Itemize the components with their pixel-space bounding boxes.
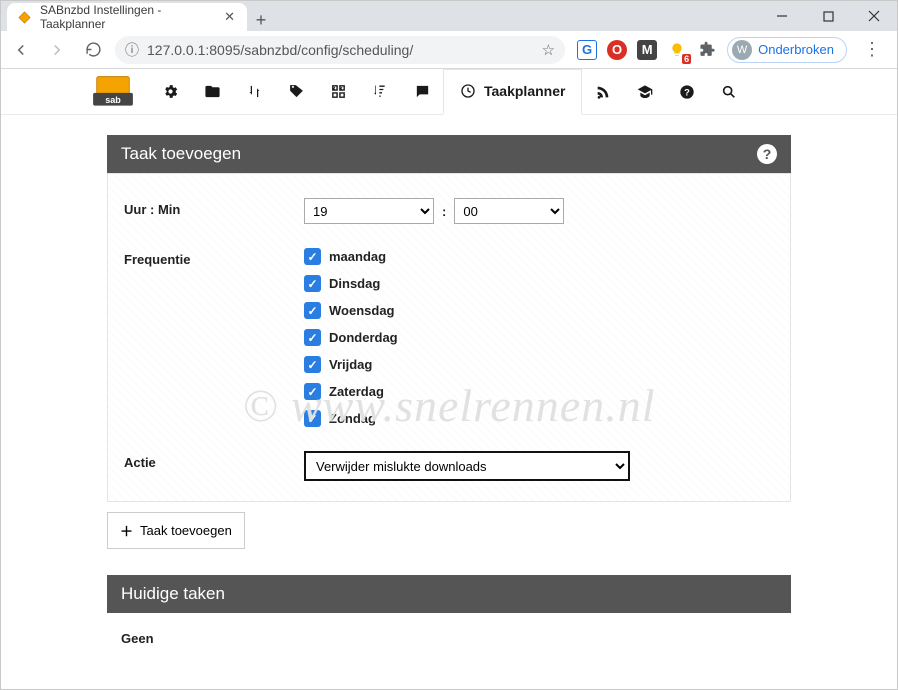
current-tasks-title: Huidige taken xyxy=(121,584,225,604)
profile-button[interactable]: W Onderbroken xyxy=(727,37,847,63)
checkbox-icon: ✓ xyxy=(304,383,321,400)
plus-icon: ＋ xyxy=(120,521,133,540)
site-info-icon[interactable]: ⓘ xyxy=(125,40,139,60)
current-tasks-body: Geen xyxy=(107,613,791,686)
avatar-initial: W xyxy=(732,40,752,60)
current-tasks-section: Huidige taken Geen xyxy=(107,575,791,686)
checkbox-icon: ✓ xyxy=(304,302,321,319)
svg-text:sab: sab xyxy=(105,95,121,105)
app-toolbar: sab Taakplanner xyxy=(1,69,897,115)
tab-close-icon[interactable]: ✕ xyxy=(222,9,237,25)
tb-folders-icon[interactable] xyxy=(191,69,233,115)
extensions-puzzle-icon[interactable] xyxy=(697,40,717,60)
tb-general-icon[interactable] xyxy=(149,69,191,115)
tb-special-icon[interactable] xyxy=(624,69,666,115)
time-field-label: Uur : Min xyxy=(124,198,304,224)
tb-help-icon[interactable]: ? xyxy=(666,69,708,115)
time-separator: : xyxy=(434,204,454,219)
day-checkbox-sat[interactable]: ✓Zaterdag xyxy=(304,383,774,400)
tb-rss-icon[interactable] xyxy=(582,69,624,115)
day-checkbox-mon[interactable]: ✓maandag xyxy=(304,248,774,265)
add-task-panel-header: Taak toevoegen ? xyxy=(107,135,791,173)
day-checkbox-fri[interactable]: ✓Vrijdag xyxy=(304,356,774,373)
day-checkbox-wed[interactable]: ✓Woensdag xyxy=(304,302,774,319)
browser-nav-bar: ⓘ 127.0.0.1:8095/sabnzbd/config/scheduli… xyxy=(1,31,897,69)
sabnzbd-favicon xyxy=(17,9,32,25)
ext-tips-badge-count: 6 xyxy=(682,54,691,64)
day-checkbox-list: ✓maandag ✓Dinsdag ✓Woensdag ✓Donderdag ✓… xyxy=(304,248,774,427)
address-bar[interactable]: ⓘ 127.0.0.1:8095/sabnzbd/config/scheduli… xyxy=(115,36,565,64)
checkbox-icon: ✓ xyxy=(304,410,321,427)
action-field-label: Actie xyxy=(124,451,304,481)
window-maximize-button[interactable] xyxy=(805,1,851,31)
tab-title-text: SABnzbd Instellingen - Taakplanner xyxy=(40,3,214,31)
action-field-row: Actie Verwijder mislukte downloads xyxy=(124,445,774,485)
add-task-panel-title: Taak toevoegen xyxy=(121,144,241,164)
nav-reload-button[interactable] xyxy=(79,36,107,64)
day-checkbox-thu[interactable]: ✓Donderdag xyxy=(304,329,774,346)
profile-status-text: Onderbroken xyxy=(758,42,834,57)
tb-sorting-icon[interactable] xyxy=(317,69,359,115)
add-task-panel-body: Uur : Min 19 : 00 Frequentie xyxy=(107,173,791,502)
day-checkbox-tue[interactable]: ✓Dinsdag xyxy=(304,275,774,292)
frequency-field-row: Frequentie ✓maandag ✓Dinsdag ✓Woensdag ✓… xyxy=(124,242,774,445)
new-tab-button[interactable]: + xyxy=(247,10,275,31)
frequency-field-label: Frequentie xyxy=(124,248,304,427)
checkbox-icon: ✓ xyxy=(304,248,321,265)
tb-notifications-icon[interactable] xyxy=(401,69,443,115)
day-checkbox-sun[interactable]: ✓Zondag xyxy=(304,410,774,427)
tb-scheduler-tab[interactable]: Taakplanner xyxy=(443,69,582,115)
ext-adblock-icon[interactable]: O xyxy=(607,40,627,60)
sabnzbd-logo[interactable]: sab xyxy=(91,73,135,111)
checkbox-icon: ✓ xyxy=(304,356,321,373)
current-tasks-empty-text: Geen xyxy=(121,631,154,646)
ext-mega-icon[interactable]: M xyxy=(637,40,657,60)
current-tasks-header: Huidige taken xyxy=(107,575,791,613)
add-task-button-label: Taak toevoegen xyxy=(140,523,232,538)
nav-forward-button[interactable] xyxy=(43,36,71,64)
ext-tips-icon[interactable]: 6 xyxy=(667,40,687,60)
tb-sorting2-icon[interactable] xyxy=(359,69,401,115)
page-content: sab Taakplanner xyxy=(1,69,897,689)
url-text: 127.0.0.1:8095/sabnzbd/config/scheduling… xyxy=(147,42,534,58)
ext-translate-icon[interactable]: G xyxy=(577,40,597,60)
minute-select[interactable]: 00 xyxy=(454,198,564,224)
page-scroll[interactable]: sab Taakplanner xyxy=(1,69,897,689)
browser-menu-icon[interactable]: ⋮ xyxy=(857,39,887,60)
checkbox-icon: ✓ xyxy=(304,329,321,346)
browser-tab-active[interactable]: SABnzbd Instellingen - Taakplanner ✕ xyxy=(7,3,247,31)
window-titlebar: SABnzbd Instellingen - Taakplanner ✕ + xyxy=(1,1,897,31)
clock-icon xyxy=(460,83,476,99)
svg-text:?: ? xyxy=(685,87,691,97)
config-container: Taak toevoegen ? Uur : Min 19 : 00 xyxy=(107,135,791,686)
tb-scheduler-label: Taakplanner xyxy=(484,83,565,99)
bookmark-star-icon[interactable]: ☆ xyxy=(542,41,555,59)
checkbox-icon: ✓ xyxy=(304,275,321,292)
browser-extension-icons: G O M 6 W Onderbroken ⋮ xyxy=(573,37,891,63)
action-select[interactable]: Verwijder mislukte downloads xyxy=(304,451,630,481)
nav-back-button[interactable] xyxy=(7,36,35,64)
tb-switches-icon[interactable] xyxy=(233,69,275,115)
tb-categories-icon[interactable] xyxy=(275,69,317,115)
window-close-button[interactable] xyxy=(851,1,897,31)
browser-tab-strip: SABnzbd Instellingen - Taakplanner ✕ + xyxy=(1,1,759,31)
panel-help-icon[interactable]: ? xyxy=(757,144,777,164)
add-task-button[interactable]: ＋ Taak toevoegen xyxy=(107,512,245,549)
window-controls xyxy=(759,1,897,31)
hour-select[interactable]: 19 xyxy=(304,198,434,224)
time-field-row: Uur : Min 19 : 00 xyxy=(124,192,774,242)
tb-search-icon[interactable] xyxy=(708,69,750,115)
page-viewport: sab Taakplanner xyxy=(1,69,897,689)
window-minimize-button[interactable] xyxy=(759,1,805,31)
